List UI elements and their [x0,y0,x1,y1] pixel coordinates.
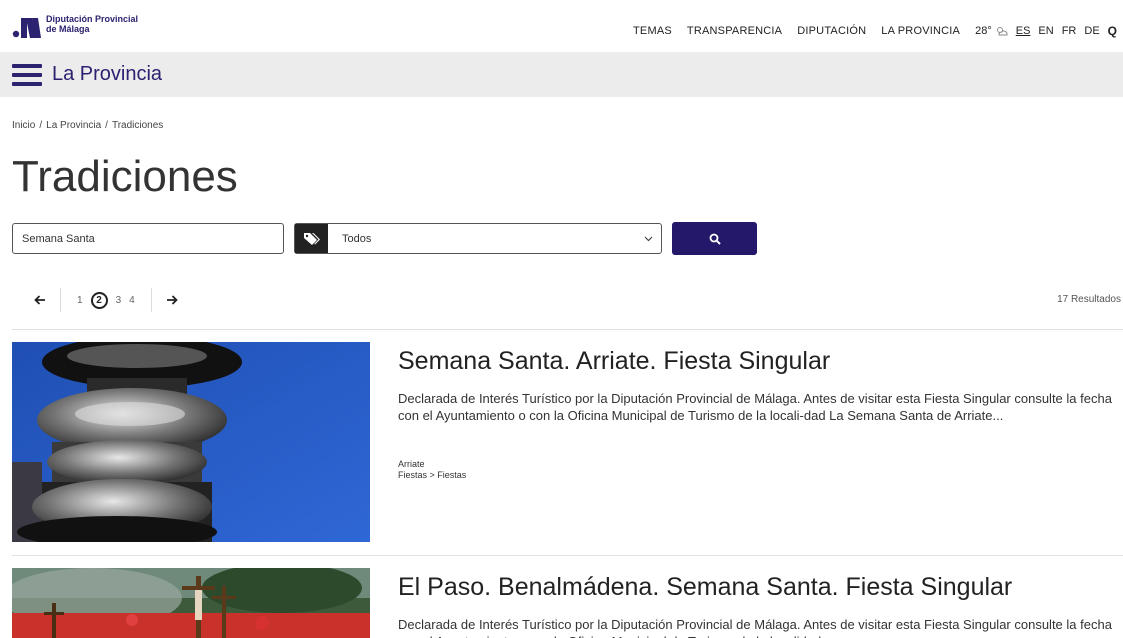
breadcrumb-separator: / [105,120,108,131]
nav-transparencia[interactable]: TRANSPARENCIA [687,25,782,37]
result-2-description: Declarada de Interés Turístico por la Di… [398,617,1112,638]
top-header: Diputación Provincial de Málaga TEMAS TR… [0,0,1123,52]
lang-fr[interactable]: FR [1062,25,1077,37]
menu-icon[interactable] [12,63,42,86]
search-icon [709,233,721,245]
section-title[interactable]: La Provincia [52,63,162,86]
lang-es[interactable]: ES [1016,25,1031,37]
section-bar: La Provincia [0,52,1123,97]
page-1[interactable]: 1 [77,295,83,306]
logo-line-1: Diputación Provincial [46,14,139,24]
results-count: 17 Resultados [1057,294,1121,305]
result-1-category: Fiestas > Fiestas [398,470,467,480]
logo-text: Diputación Provincial de Málaga [46,14,138,34]
page-2-current[interactable]: 2 [90,291,108,309]
logo-icon [12,14,42,40]
breadcrumb-la-provincia[interactable]: La Provincia [46,120,101,131]
result-1-location: Arriate [398,459,425,469]
divider [12,329,1123,330]
nav-temas[interactable]: TEMAS [633,25,672,37]
category-select-value: Todos [342,232,372,245]
category-select[interactable]: Todos [294,223,662,254]
result-2-title[interactable]: El Paso. Benalmádena. Semana Santa. Fies… [398,573,1012,602]
nav-la-provincia[interactable]: LA PROVINCIA [881,25,960,37]
result-1-meta: Arriate Fiestas > Fiestas [398,459,466,481]
breadcrumb-separator: / [39,120,43,131]
lang-de[interactable]: DE [1084,25,1099,37]
lang-en[interactable]: EN [1038,25,1053,37]
nav-diputacion[interactable]: DIPUTACIÓN [797,25,866,37]
weather-temperature: 28° [975,25,992,37]
result-1-title[interactable]: Semana Santa. Arriate. Fiesta Singular [398,347,830,376]
pagination-divider [150,288,152,312]
result-1-image[interactable] [12,342,370,542]
header-search-icon[interactable]: Q [1108,24,1117,38]
breadcrumb: Inicio / La Provincia / Tradiciones [12,120,163,131]
previous-page-arrow-icon[interactable] [32,292,48,308]
search-input[interactable] [12,223,284,254]
next-page-arrow-icon[interactable] [164,292,180,308]
page-3[interactable]: 3 [116,295,122,306]
page-4[interactable]: 4 [129,295,135,306]
cloud-sun-icon [996,27,1008,36]
result-1-description: Declarada de Interés Turístico por la Di… [398,391,1112,423]
chevron-down-icon [644,236,653,241]
pagination: 1 2 3 4 [32,286,180,314]
breadcrumb-inicio[interactable]: Inicio [12,120,35,131]
pagination-divider [60,288,61,312]
logo-line-2: de Málaga [46,24,90,34]
divider [12,555,1123,556]
site-logo[interactable]: Diputación Provincial de Málaga [12,14,138,40]
page-title: Tradiciones [12,152,238,201]
search-button[interactable] [672,222,757,255]
top-navigation: TEMAS TRANSPARENCIA DIPUTACIÓN LA PROVIN… [618,24,1117,38]
result-2-image[interactable] [12,568,370,638]
weather-widget[interactable]: 28° [975,25,1008,37]
tags-icon [295,224,328,253]
breadcrumb-tradiciones: Tradiciones [111,120,164,131]
